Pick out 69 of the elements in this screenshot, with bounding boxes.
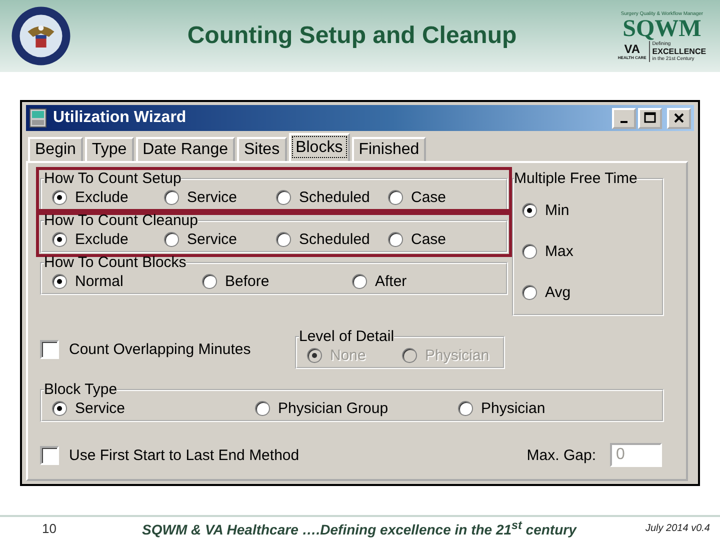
radio-label: Physician [425,346,490,364]
radio-button[interactable] [388,190,403,204]
radio-button[interactable] [255,400,270,416]
radio-button[interactable] [352,274,367,288]
seal-icon [10,5,72,67]
radio-button[interactable] [522,285,537,300]
radio-button[interactable] [522,203,537,218]
tab[interactable]: Blocks [288,133,350,161]
group-label: Block Type [44,382,118,397]
radio-label: Case [411,188,446,206]
radio-label: Avg [545,284,571,301]
radio-label: Service [187,230,238,248]
tab[interactable]: Finished [352,137,426,161]
radio-label: Physician Group [278,400,388,416]
radio-label: Scheduled [299,188,370,206]
page-number: 10 [42,521,58,536]
logo-va: VA [624,42,640,54]
radio-button[interactable] [164,232,179,246]
radio-button[interactable] [276,190,291,204]
radio-button[interactable] [52,232,67,246]
tab[interactable]: Date Range [136,137,235,161]
radio-label: None [330,346,366,364]
window-title: Utilization Wizard [53,109,188,127]
radio-label: Before [225,272,270,290]
tab[interactable]: Begin [28,137,83,161]
radio-button[interactable] [388,232,403,246]
radio-button[interactable] [276,232,291,246]
radio-label: Max [545,243,574,260]
radio-button[interactable] [52,400,67,416]
group-label: How To Count Blocks [44,255,186,270]
radio-button[interactable] [202,274,217,288]
group-label: Multiple Free Time [514,171,638,186]
radio-label: Service [187,188,238,206]
version-date: July 2014 v0.4 [646,523,710,534]
radio-button[interactable] [52,190,67,204]
footer-text: SQWM & VA Healthcare ….Defining excellence in the 21$^{st}$ century [142,519,578,538]
radio-label: Exclude [75,188,128,206]
slide-title: Counting Setup and Cleanup [186,22,518,50]
radio-label: Exclude [75,230,128,248]
logo-motto: EXCELLENCE [652,46,706,56]
radio-button[interactable] [164,190,179,204]
radio-label: Physician [481,400,546,416]
radio-label: Min [545,202,570,219]
close-button[interactable] [667,108,691,128]
radio-label: Case [411,230,446,248]
tab[interactable]: Type [84,137,134,161]
tab[interactable]: Sites [237,137,287,161]
minimize-icon [620,121,628,123]
max-gap-label: Max. Gap: [526,446,596,464]
minimize-button[interactable] [612,108,636,128]
checkbox-label: Count Overlapping Minutes [69,340,251,358]
group-label: Level of Detail [299,329,394,344]
maximize-button[interactable] [638,108,662,128]
app-icon [29,108,47,128]
radio-label: Service [75,400,126,416]
checkbox[interactable] [40,446,59,464]
radio-button[interactable] [52,274,67,288]
maximize-icon [643,111,657,125]
radio-label: Scheduled [299,230,370,248]
radio-button[interactable] [522,244,537,259]
radio-label: Normal [75,272,124,290]
radio-label: After [375,272,407,290]
checkbox-label: Use First Start to Last End Method [69,446,300,464]
group-label: How To Count Cleanup [44,213,198,228]
checkbox[interactable] [40,340,59,358]
group-label: How To Count Setup [44,171,182,186]
close-icon [672,111,686,125]
logo-name: SQWM [622,16,702,40]
radio-button[interactable] [458,400,473,416]
